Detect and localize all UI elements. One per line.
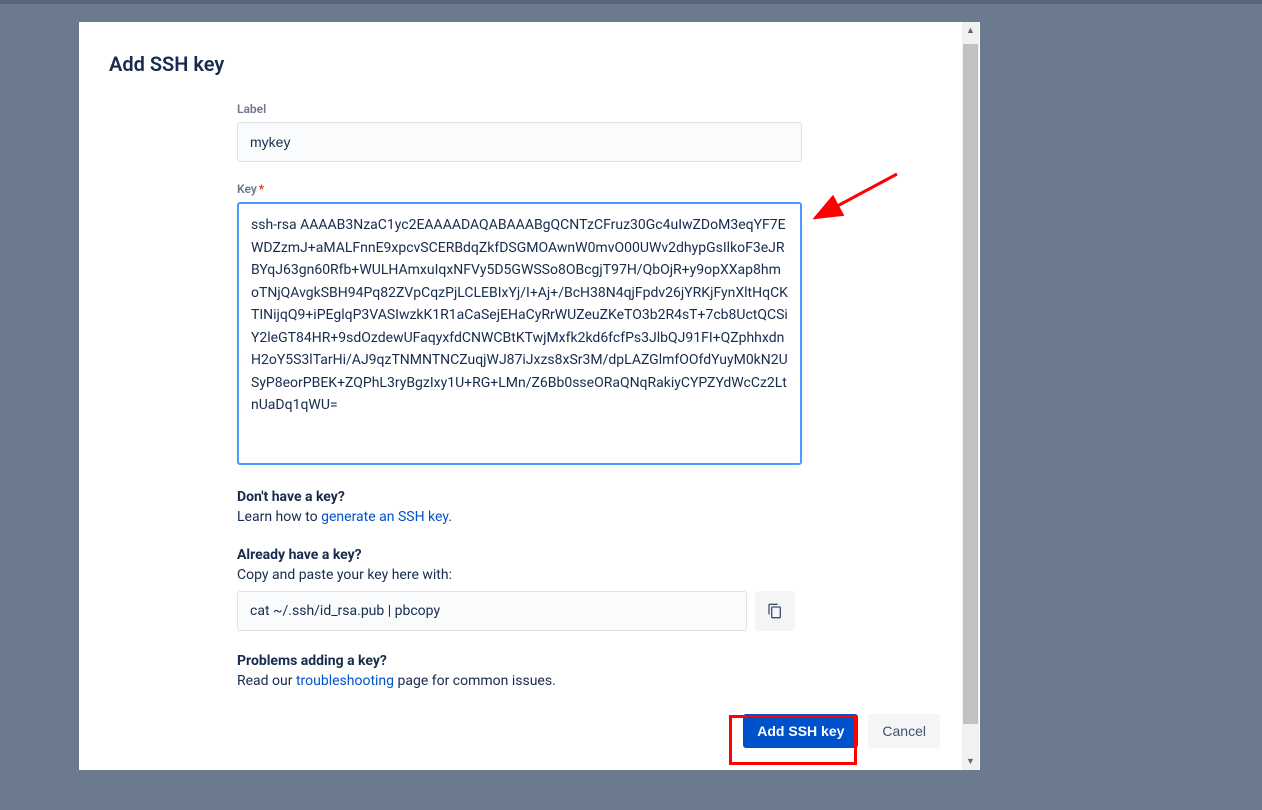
help-no-key-text: Learn how to generate an SSH key.: [237, 509, 940, 525]
dialog-title: Add SSH key: [109, 52, 940, 76]
cancel-button[interactable]: Cancel: [868, 714, 940, 748]
label-field-label: Label: [237, 102, 940, 116]
help-have-key-heading: Already have a key?: [237, 547, 940, 563]
help-problems-text: Read our troubleshooting page for common…: [237, 673, 940, 689]
help-problems-heading: Problems adding a key?: [237, 653, 940, 669]
key-textarea[interactable]: <span class="underline-red">ssh-rsa</spa…: [237, 202, 802, 465]
form-area: Label Key* <span class="underline-red">s…: [109, 102, 940, 714]
scrollbar-thumb[interactable]: [963, 44, 978, 724]
label-input[interactable]: [237, 122, 802, 162]
command-box: cat ~/.ssh/id_rsa.pub | pbcopy: [237, 591, 747, 631]
dialog-actions: Add SSH key Cancel: [109, 714, 940, 748]
help-no-key-heading: Don't have a key?: [237, 489, 940, 505]
copy-command-button[interactable]: [755, 591, 795, 631]
command-row: cat ~/.ssh/id_rsa.pub | pbcopy: [237, 591, 940, 631]
scroll-up-arrow[interactable]: ▲: [962, 22, 979, 39]
copy-icon: [767, 603, 783, 619]
required-indicator: *: [259, 182, 264, 196]
add-ssh-key-dialog: Add SSH key Label Key* <span class="unde…: [79, 22, 980, 770]
help-have-key-text: Copy and paste your key here with:: [237, 567, 940, 583]
troubleshooting-link[interactable]: troubleshooting: [296, 673, 394, 689]
add-ssh-key-button[interactable]: Add SSH key: [743, 714, 858, 748]
scroll-down-arrow[interactable]: ▼: [962, 753, 979, 770]
page-top-border: [0, 0, 1262, 4]
scrollbar-track[interactable]: ▲ ▼: [962, 22, 979, 770]
generate-ssh-key-link[interactable]: generate an SSH key: [321, 509, 448, 525]
key-field-label: Key*: [237, 182, 940, 196]
